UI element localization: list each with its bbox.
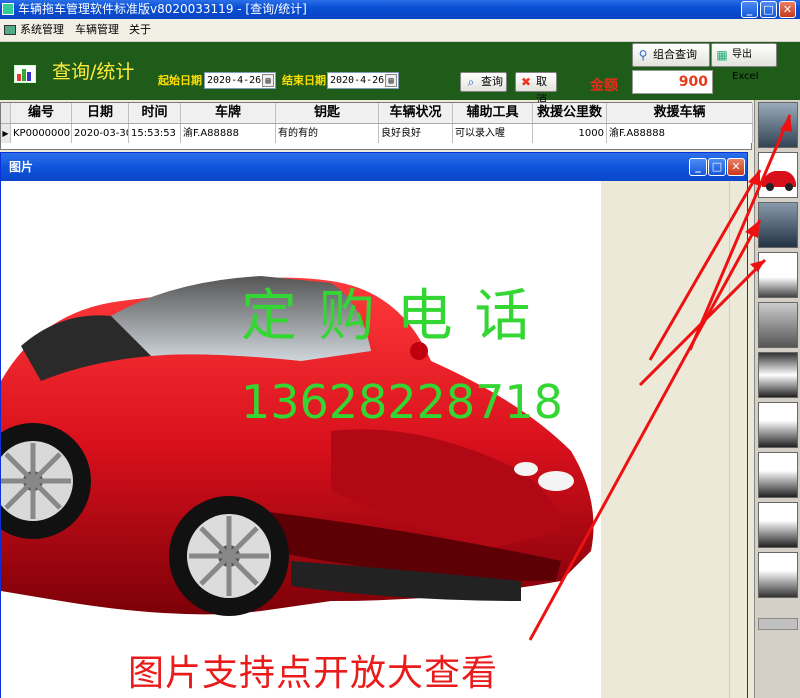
col-header[interactable]: 辅助工具 bbox=[453, 103, 533, 123]
dialog-close-button[interactable]: ✕ bbox=[727, 158, 745, 176]
thumbnail[interactable] bbox=[758, 402, 798, 448]
app-window: 车辆拖车管理软件标准版v8020033119 - [查询/统计] _ □ ✕ 系… bbox=[0, 0, 800, 698]
cell-condition[interactable]: 良好良好 bbox=[379, 124, 453, 143]
menu-about[interactable]: 关于 bbox=[129, 23, 151, 37]
export-excel-button[interactable]: ▦ 导出Excel bbox=[711, 43, 777, 82]
thumbnail[interactable] bbox=[758, 202, 798, 248]
dialog-minimize-button[interactable]: _ bbox=[689, 158, 707, 176]
dialog-scrollbar[interactable] bbox=[729, 181, 747, 698]
window-title: 车辆拖车管理软件标准版v8020033119 - [查询/统计] bbox=[18, 2, 307, 16]
table-header: 编号 日期 时间 车牌 钥匙 车辆状况 辅助工具 救援公里数 救援车辆 bbox=[1, 103, 753, 124]
cell-key[interactable]: 有的有的 bbox=[276, 124, 379, 143]
end-date-label: 结束日期 bbox=[282, 74, 326, 87]
total-amount: 900 bbox=[632, 70, 713, 94]
menu-vehicle[interactable]: 车辆管理 bbox=[75, 23, 119, 37]
col-header[interactable]: 车辆状况 bbox=[379, 103, 453, 123]
start-date-input[interactable]: 2020-4-26 ▤ bbox=[204, 72, 276, 89]
minimize-button[interactable]: _ bbox=[741, 1, 758, 18]
excel-icon: ▦ bbox=[716, 48, 728, 62]
menu-bar: 系统管理 车辆管理 关于 bbox=[0, 19, 800, 42]
end-date-input[interactable]: 2020-4-26 ▤ bbox=[327, 72, 399, 89]
col-header[interactable]: 救援公里数 bbox=[533, 103, 607, 123]
cell-time[interactable]: 15:53:53 bbox=[129, 124, 181, 143]
menu-app-icon bbox=[4, 25, 16, 35]
thumbnail[interactable] bbox=[758, 452, 798, 498]
order-phone-label: 定 购 电 话 bbox=[241, 284, 533, 349]
menu-system[interactable]: 系统管理 bbox=[20, 23, 64, 37]
query-button-label: 查询 bbox=[481, 75, 503, 88]
picture-dialog: 图片 _ □ ✕ 定 购 电 话 13628228718 bbox=[0, 152, 748, 698]
col-header[interactable]: 车牌 bbox=[181, 103, 276, 123]
chart-icon bbox=[14, 65, 36, 83]
col-header[interactable]: 钥匙 bbox=[276, 103, 379, 123]
thumbnail[interactable] bbox=[758, 102, 798, 148]
cell-tools[interactable]: 可以录入喔 bbox=[453, 124, 533, 143]
calendar-icon[interactable]: ▤ bbox=[385, 74, 397, 87]
thumbnail[interactable] bbox=[758, 502, 798, 548]
thumbnail-scrollbar[interactable] bbox=[758, 618, 798, 630]
zoom-hint-caption: 图片支持点开放大查看 bbox=[128, 653, 499, 694]
dialog-title-bar: 图片 _ □ ✕ bbox=[1, 153, 747, 181]
cell-rescue-vehicle[interactable]: 渝F.A88888 bbox=[607, 124, 753, 143]
thumbnail[interactable] bbox=[758, 252, 798, 298]
row-indicator-header bbox=[1, 103, 11, 123]
close-button[interactable]: ✕ bbox=[779, 1, 796, 18]
cell-id[interactable]: KP00000001 bbox=[11, 124, 72, 143]
col-header[interactable]: 编号 bbox=[11, 103, 72, 123]
table-row[interactable]: ▶ KP00000001 2020-03-30 15:53:53 渝F.A888… bbox=[1, 124, 753, 143]
col-header[interactable]: 日期 bbox=[72, 103, 129, 123]
start-date-value: 2020-4-26 bbox=[207, 75, 262, 86]
dialog-title: 图片 bbox=[9, 160, 34, 174]
app-icon bbox=[2, 3, 14, 15]
search-icon: ⌕ bbox=[467, 75, 475, 89]
thumbnail[interactable] bbox=[758, 352, 798, 398]
col-header[interactable]: 时间 bbox=[129, 103, 181, 123]
maximize-button[interactable]: □ bbox=[760, 1, 777, 18]
query-button[interactable]: ⌕ 查询 bbox=[460, 72, 507, 92]
row-pointer-icon: ▶ bbox=[1, 124, 11, 143]
total-label: 金额 bbox=[590, 78, 618, 94]
records-table[interactable]: 编号 日期 时间 车牌 钥匙 车辆状况 辅助工具 救援公里数 救援车辆 ▶ KP… bbox=[0, 102, 753, 150]
cell-km[interactable]: 1000 bbox=[533, 124, 607, 143]
thumbnail-strip bbox=[754, 100, 800, 698]
cell-date[interactable]: 2020-03-30 bbox=[72, 124, 129, 143]
thumbnail[interactable] bbox=[758, 302, 798, 348]
thumbnail[interactable] bbox=[758, 552, 798, 598]
page-title: 查询/统计 bbox=[52, 61, 135, 83]
cell-plate[interactable]: 渝F.A88888 bbox=[181, 124, 276, 143]
car-photo[interactable] bbox=[1, 181, 601, 698]
dialog-side-panel bbox=[601, 181, 747, 698]
col-header[interactable]: 救援车辆 bbox=[607, 103, 753, 123]
magnifier-icon: ⚲ bbox=[638, 48, 648, 62]
cancel-button[interactable]: ✖ 取消 bbox=[515, 72, 557, 106]
cancel-icon: ✖ bbox=[520, 75, 532, 89]
start-date-label: 起始日期 bbox=[158, 74, 202, 87]
thumbnail[interactable] bbox=[758, 152, 798, 198]
order-phone-number: 13628228718 bbox=[241, 375, 563, 429]
export-excel-label: 导出Excel bbox=[732, 49, 759, 82]
combined-query-label: 组合查询 bbox=[653, 48, 697, 61]
combined-query-button[interactable]: ⚲ 组合查询 bbox=[632, 43, 710, 67]
calendar-icon[interactable]: ▤ bbox=[262, 74, 274, 87]
end-date-value: 2020-4-26 bbox=[330, 75, 385, 86]
dialog-maximize-button[interactable]: □ bbox=[708, 158, 726, 176]
title-bar: 车辆拖车管理软件标准版v8020033119 - [查询/统计] _ □ ✕ bbox=[0, 0, 800, 19]
